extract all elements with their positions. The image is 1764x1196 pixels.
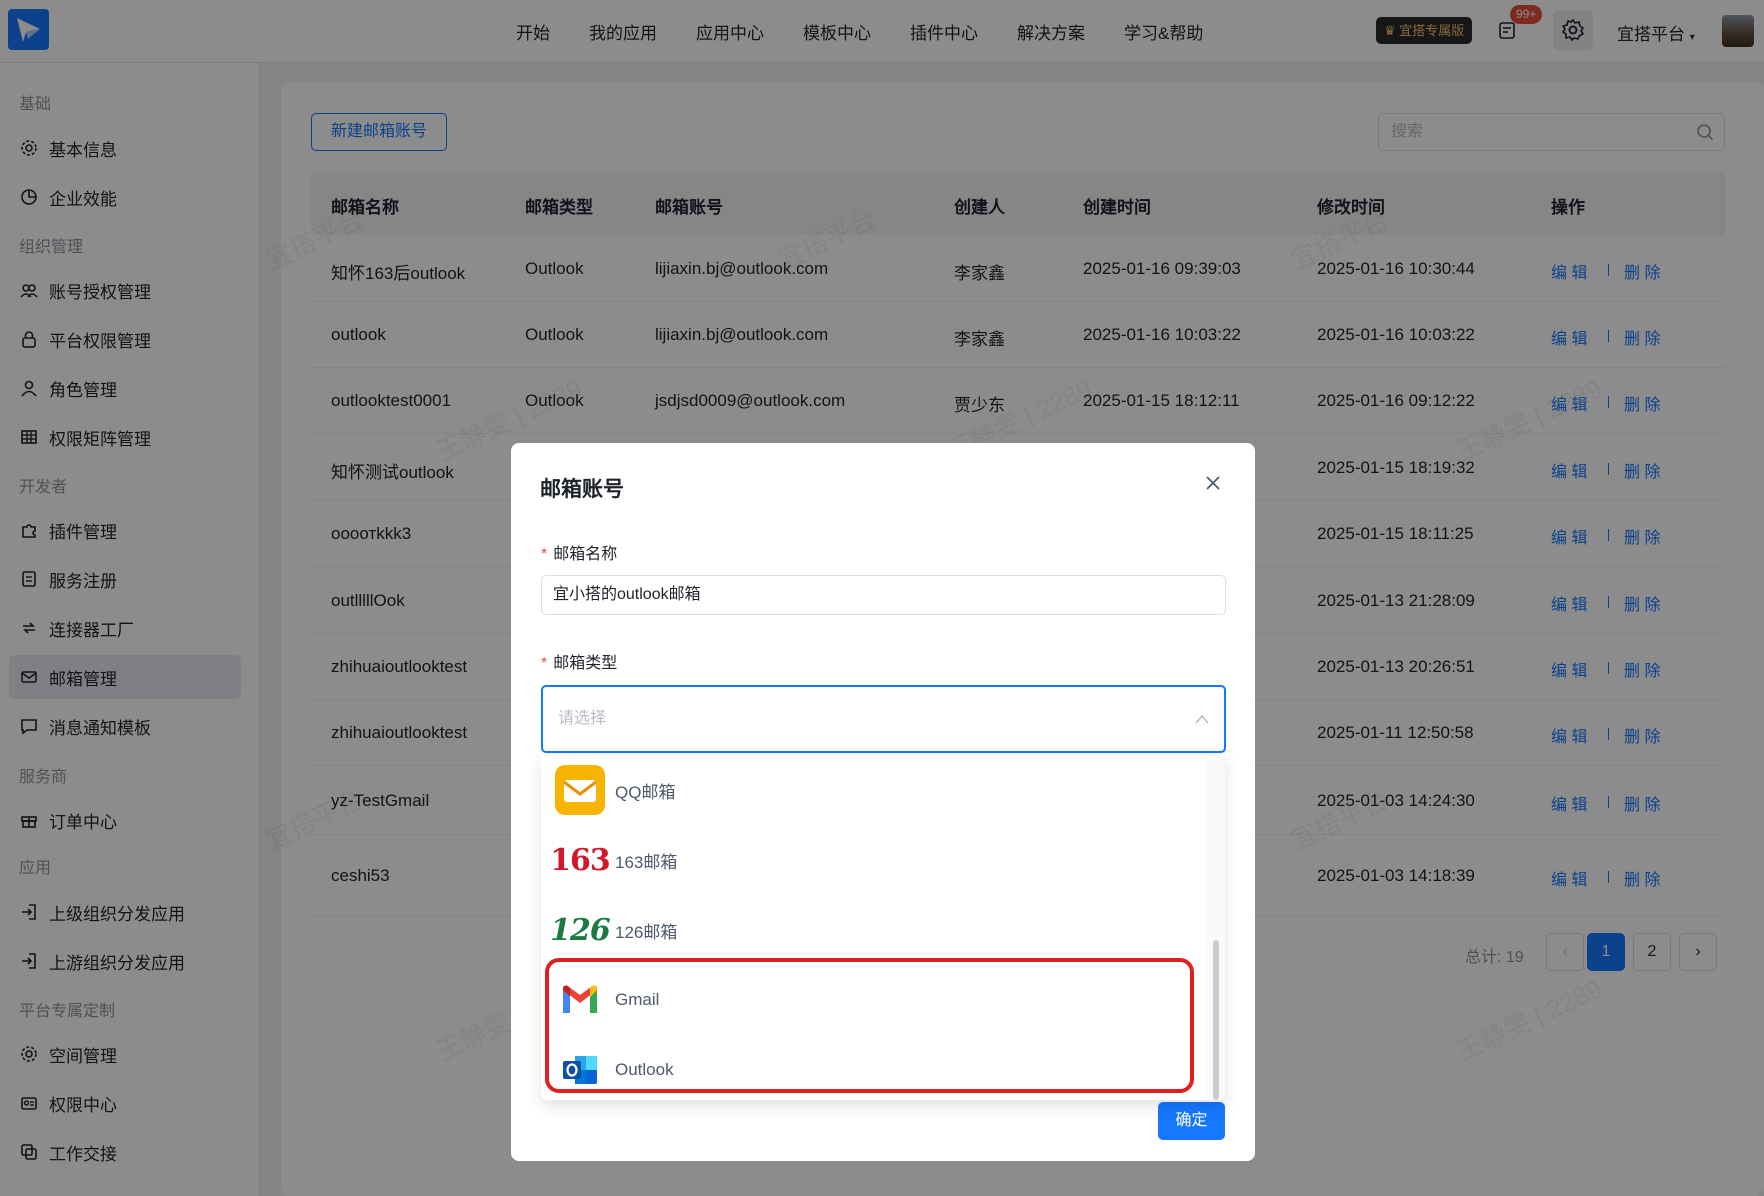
qq-mail-logo-icon (554, 764, 606, 816)
required-mark: * (541, 546, 548, 563)
mailbox-name-input[interactable]: 宜小搭的outlook邮箱 (541, 575, 1226, 615)
option-label: QQ邮箱 (615, 782, 676, 802)
required-mark: * (541, 655, 548, 672)
126-logo-text: 126 (550, 912, 611, 948)
mailbox-type-dropdown: QQ邮箱 163 163邮箱 126 126邮箱 Gmail Outlook (541, 755, 1225, 1100)
dropdown-scroll-thumb[interactable] (1213, 940, 1219, 1100)
option-gmail[interactable]: Gmail (541, 965, 1207, 1035)
type-label-text: 邮箱类型 (553, 655, 618, 672)
chevron-up-icon (1195, 714, 1209, 724)
option-label: 126邮箱 (615, 922, 678, 942)
mailbox-type-select[interactable]: 请选择 (541, 685, 1226, 753)
close-icon[interactable] (1202, 472, 1224, 494)
option-label: 163邮箱 (615, 852, 678, 872)
option-outlook[interactable]: Outlook (541, 1035, 1207, 1100)
name-field-label: * 邮箱名称 (541, 540, 617, 564)
outlook-logo-icon (554, 1044, 606, 1096)
type-field-label: * 邮箱类型 (541, 649, 617, 673)
163-mail-logo-icon: 163 (550, 834, 611, 886)
modal-title: 邮箱账号 (540, 478, 624, 501)
option-163-mail[interactable]: 163 163邮箱 (541, 825, 1207, 895)
select-placeholder: 请选择 (558, 710, 607, 727)
name-label-text: 邮箱名称 (553, 546, 618, 563)
163-logo-text: 163 (550, 842, 611, 878)
option-label: Gmail (615, 990, 660, 1009)
confirm-button[interactable]: 确定 (1158, 1102, 1225, 1140)
option-qq-mail[interactable]: QQ邮箱 (541, 755, 1207, 825)
126-mail-logo-icon: 126 (550, 904, 611, 956)
gmail-logo-icon (554, 974, 606, 1026)
option-label: Outlook (615, 1060, 674, 1079)
option-126-mail[interactable]: 126 126邮箱 (541, 895, 1207, 965)
